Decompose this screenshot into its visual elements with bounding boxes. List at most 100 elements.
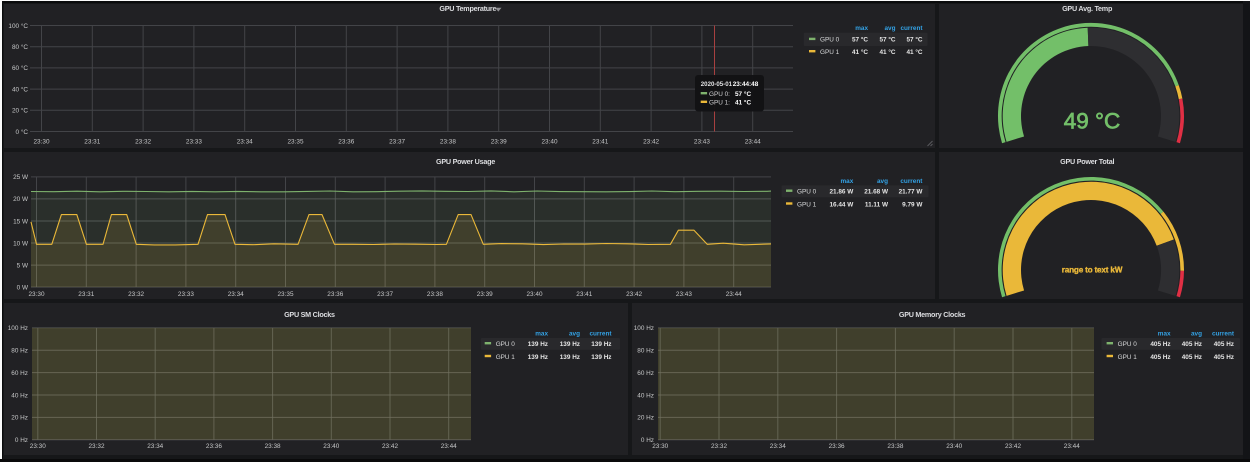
svg-text:23:35: 23:35 — [288, 138, 304, 145]
svg-text:23:38: 23:38 — [427, 291, 443, 298]
svg-text:405 Hz: 405 Hz — [1214, 354, 1234, 361]
svg-text:GPU 0: GPU 0 — [496, 341, 516, 348]
svg-text:41 °C: 41 °C — [906, 48, 922, 56]
svg-text:GPU Power Usage: GPU Power Usage — [436, 157, 495, 166]
svg-text:23:35: 23:35 — [278, 291, 294, 298]
svg-text:80 Hz: 80 Hz — [11, 348, 28, 355]
svg-text:GPU Memory Clocks: GPU Memory Clocks — [899, 310, 966, 319]
svg-text:2020-05-01: 2020-05-01 — [701, 81, 733, 88]
svg-text:23:38: 23:38 — [887, 443, 903, 450]
svg-text:100 °C: 100 °C — [8, 22, 28, 30]
svg-text:GPU 0: GPU 0 — [1118, 341, 1138, 348]
svg-text:41 °C: 41 °C — [852, 48, 868, 56]
svg-text:max: max — [841, 178, 854, 185]
svg-text:57 °C: 57 °C — [735, 90, 751, 98]
svg-text:23:43: 23:43 — [694, 138, 710, 145]
svg-text:16.44 W: 16.44 W — [829, 201, 854, 208]
svg-text:23:44: 23:44 — [745, 138, 761, 145]
svg-text:max: max — [535, 330, 548, 337]
svg-text:avg: avg — [877, 178, 888, 185]
svg-text:avg: avg — [1191, 330, 1202, 337]
svg-text:23:38: 23:38 — [440, 138, 456, 145]
svg-text:23:39: 23:39 — [477, 291, 493, 298]
svg-text:23:44:48: 23:44:48 — [733, 81, 759, 88]
svg-text:23:37: 23:37 — [377, 291, 393, 298]
svg-text:GPU SM Clocks: GPU SM Clocks — [284, 310, 335, 319]
svg-text:23:36: 23:36 — [327, 291, 343, 298]
svg-text:49 °C: 49 °C — [1064, 109, 1121, 134]
svg-text:60 °C: 60 °C — [12, 64, 28, 72]
svg-text:405 Hz: 405 Hz — [1182, 354, 1202, 361]
svg-text:max: max — [1158, 330, 1171, 337]
svg-text:23:33: 23:33 — [186, 138, 202, 145]
svg-text:23:40: 23:40 — [323, 443, 339, 450]
svg-text:41 °C: 41 °C — [735, 99, 751, 107]
svg-text:23:42: 23:42 — [382, 443, 398, 450]
svg-text:23:40: 23:40 — [946, 443, 962, 450]
svg-text:23:41: 23:41 — [576, 291, 592, 298]
svg-text:23:30: 23:30 — [652, 443, 668, 450]
svg-text:5 W: 5 W — [17, 262, 29, 269]
svg-text:23:37: 23:37 — [389, 138, 405, 145]
svg-text:current: current — [900, 25, 923, 32]
svg-text:0 °C: 0 °C — [15, 128, 28, 136]
svg-text:23:36: 23:36 — [829, 443, 845, 450]
svg-text:10 W: 10 W — [13, 240, 29, 247]
svg-text:23:31: 23:31 — [84, 138, 100, 145]
svg-text:GPU 0: GPU 0 — [797, 189, 817, 196]
svg-text:139 Hz: 139 Hz — [560, 341, 580, 348]
svg-text:60 Hz: 60 Hz — [637, 370, 654, 377]
svg-text:23:42: 23:42 — [643, 138, 659, 145]
svg-text:GPU 1:: GPU 1: — [709, 100, 730, 107]
svg-text:23:42: 23:42 — [1005, 443, 1021, 450]
svg-text:23:36: 23:36 — [338, 138, 354, 145]
svg-text:41 °C: 41 °C — [879, 48, 895, 56]
svg-text:139 Hz: 139 Hz — [560, 354, 580, 361]
svg-text:139 Hz: 139 Hz — [591, 341, 611, 348]
svg-text:23:30: 23:30 — [30, 443, 46, 450]
svg-text:GPU 0:: GPU 0: — [709, 91, 730, 98]
svg-text:60 Hz: 60 Hz — [11, 370, 28, 377]
svg-text:20 °C: 20 °C — [12, 107, 28, 115]
svg-text:405 Hz: 405 Hz — [1214, 341, 1234, 348]
svg-text:23:41: 23:41 — [592, 138, 608, 145]
svg-text:40 °C: 40 °C — [12, 85, 28, 93]
svg-text:405 Hz: 405 Hz — [1150, 354, 1170, 361]
svg-text:139 Hz: 139 Hz — [528, 341, 548, 348]
svg-text:23:34: 23:34 — [147, 443, 163, 450]
svg-text:23:44: 23:44 — [726, 291, 742, 298]
svg-text:21.77 W: 21.77 W — [899, 189, 924, 196]
svg-text:139 Hz: 139 Hz — [591, 354, 611, 361]
svg-text:23:34: 23:34 — [228, 291, 244, 298]
svg-text:GPU 1: GPU 1 — [496, 354, 516, 361]
svg-text:GPU 0: GPU 0 — [820, 37, 840, 44]
svg-text:23:30: 23:30 — [29, 291, 45, 298]
svg-text:GPU 1: GPU 1 — [820, 49, 840, 56]
svg-text:23:34: 23:34 — [237, 138, 253, 145]
svg-text:23:40: 23:40 — [527, 291, 543, 298]
svg-text:80 Hz: 80 Hz — [637, 348, 654, 355]
svg-text:0 W: 0 W — [17, 284, 29, 291]
svg-text:23:40: 23:40 — [542, 138, 558, 145]
svg-text:GPU Avg. Temp: GPU Avg. Temp — [1062, 4, 1113, 13]
svg-text:20 Hz: 20 Hz — [11, 415, 28, 422]
svg-text:21.68 W: 21.68 W — [864, 189, 889, 196]
svg-text:100 Hz: 100 Hz — [634, 325, 654, 332]
svg-text:405 Hz: 405 Hz — [1150, 341, 1170, 348]
svg-text:80 °C: 80 °C — [12, 43, 28, 51]
svg-text:9.79 W: 9.79 W — [902, 201, 923, 208]
svg-text:0 Hz: 0 Hz — [15, 437, 28, 444]
svg-text:23:33: 23:33 — [178, 291, 194, 298]
svg-text:139 Hz: 139 Hz — [528, 354, 548, 361]
svg-text:405 Hz: 405 Hz — [1182, 341, 1202, 348]
svg-text:23:32: 23:32 — [128, 291, 144, 298]
svg-text:23:36: 23:36 — [206, 443, 222, 450]
svg-text:57 °C: 57 °C — [852, 36, 868, 44]
svg-text:current: current — [900, 178, 923, 185]
svg-text:GPU Temperature: GPU Temperature — [439, 4, 496, 13]
svg-text:current: current — [1212, 330, 1235, 337]
svg-text:20 Hz: 20 Hz — [637, 415, 654, 422]
svg-text:25 W: 25 W — [13, 174, 29, 181]
svg-text:23:32: 23:32 — [89, 443, 105, 450]
svg-text:20 W: 20 W — [13, 196, 29, 203]
